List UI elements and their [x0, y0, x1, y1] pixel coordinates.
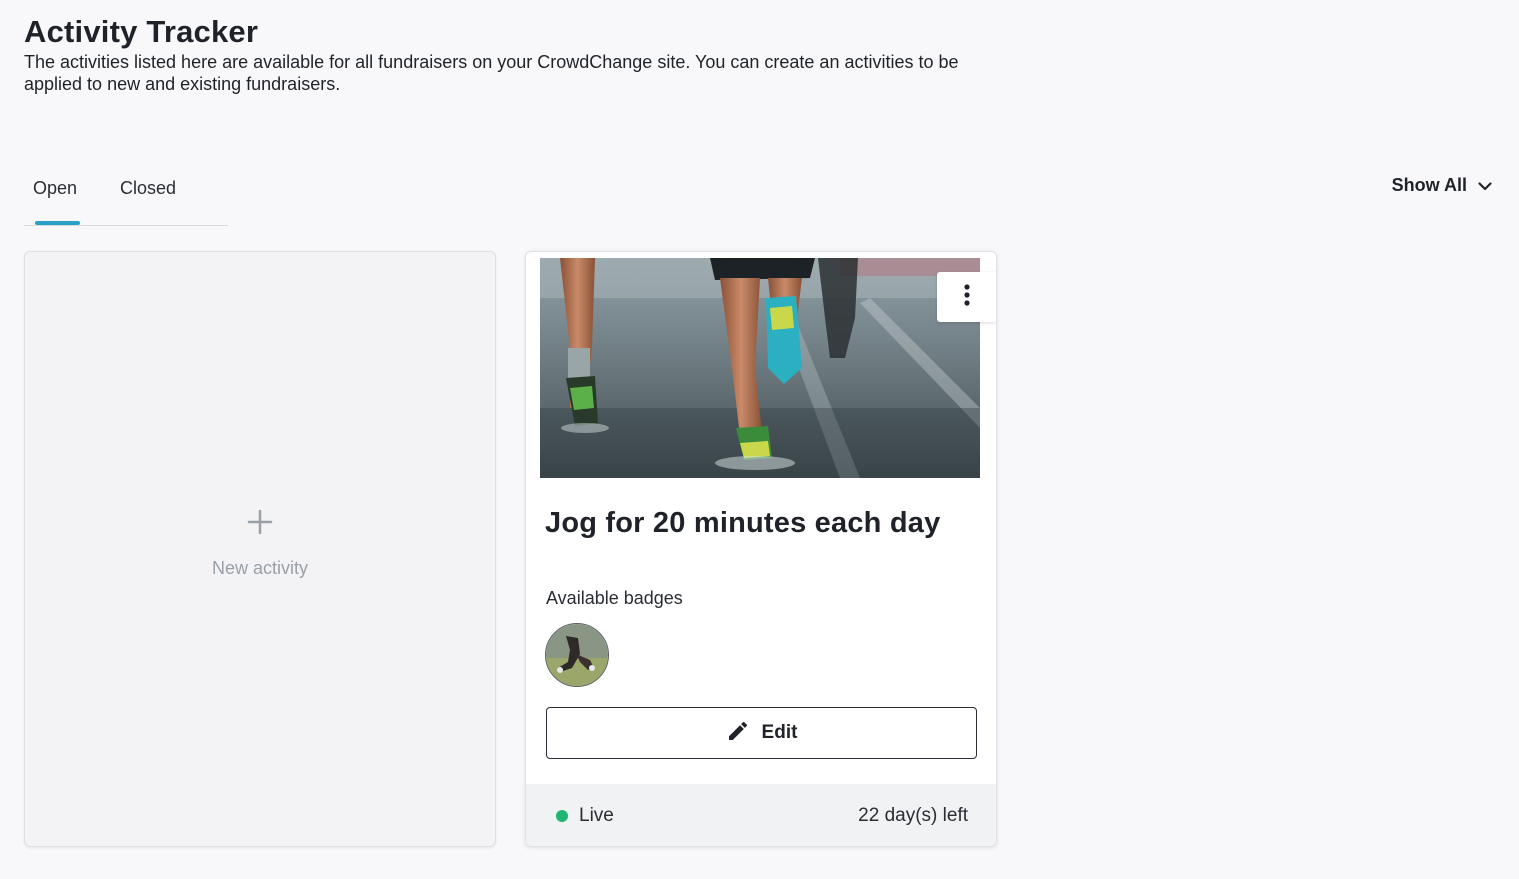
activity-tracker-page: Activity Tracker The activities listed h… — [0, 0, 1519, 879]
plus-icon — [25, 505, 495, 541]
time-left-text: 22 day(s) left — [858, 805, 968, 826]
activity-footer: Live 22 day(s) left — [526, 784, 996, 846]
active-tab-indicator — [35, 221, 80, 225]
tab-open[interactable]: Open — [33, 178, 77, 199]
badge-image — [545, 623, 609, 687]
new-activity-label: New activity — [211, 558, 309, 578]
chevron-down-icon — [1477, 178, 1493, 194]
available-badges-label: Available badges — [546, 588, 683, 608]
page-description: The activities listed here are available… — [24, 52, 959, 94]
status-text: Live — [579, 805, 614, 826]
show-all-filter[interactable]: Show All — [1392, 175, 1493, 196]
more-vertical-icon — [964, 283, 970, 311]
tab-closed[interactable]: Closed — [120, 178, 176, 199]
edit-button[interactable]: Edit — [546, 707, 977, 759]
activity-image — [540, 258, 980, 478]
new-activity-card[interactable]: New activity — [24, 251, 496, 847]
pencil-icon — [726, 719, 750, 748]
live-status-dot — [556, 810, 568, 822]
activity-menu-button[interactable] — [937, 272, 996, 322]
edit-label: Edit — [761, 722, 798, 743]
page-title: Activity Tracker — [24, 14, 259, 49]
activity-title: Jog for 20 minutes each day — [545, 507, 941, 539]
status-tabs: Open Closed — [24, 172, 228, 226]
activity-card: Jog for 20 minutes each day Available ba… — [525, 251, 997, 847]
show-all-label: Show All — [1391, 175, 1467, 195]
